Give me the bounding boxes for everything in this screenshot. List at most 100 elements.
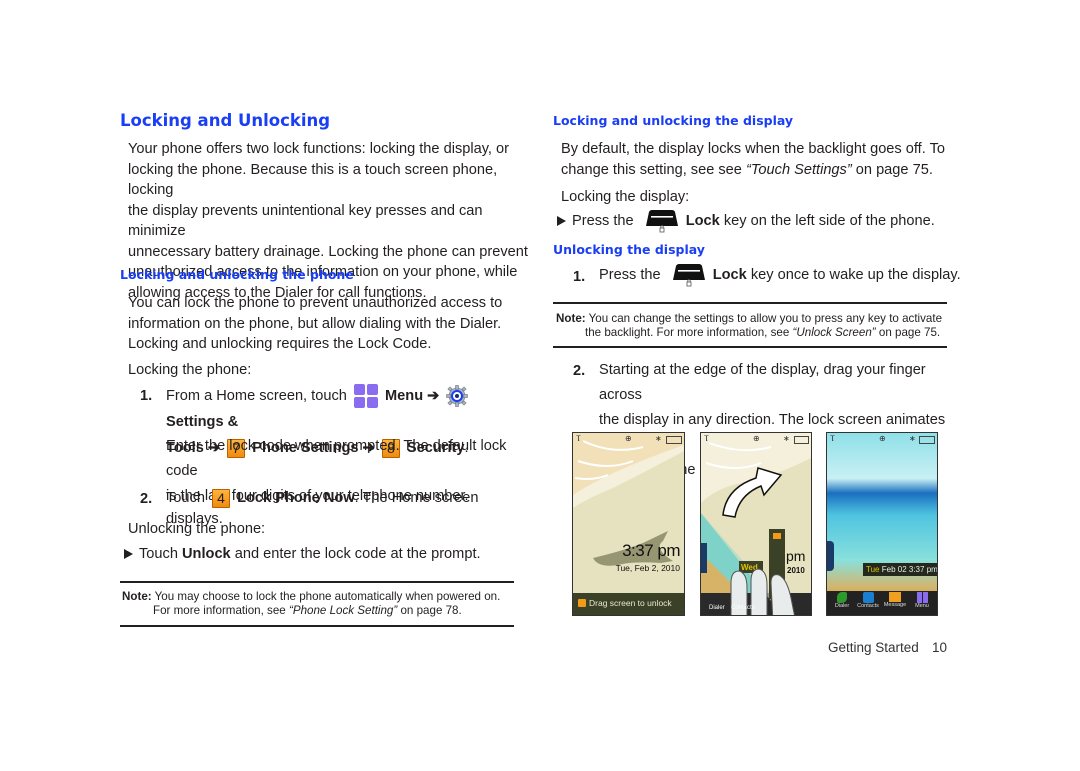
menu-grid-icon [916, 592, 928, 603]
note-text: on page 75. [878, 326, 941, 339]
step-number: 2. [573, 363, 586, 379]
para-line: By default, the display locks when the b… [561, 141, 945, 157]
unlock-bar[interactable]: Drag screen to unlock [573, 593, 684, 615]
note-text: on page 78. [400, 604, 462, 617]
step-number: 1. [140, 388, 153, 404]
lock-phone-now-label: Lock Phone Now [237, 490, 355, 506]
clock-day: Tue [866, 565, 880, 574]
battery-icon [666, 436, 682, 444]
key-4-icon: 4 [212, 488, 231, 508]
footer-section: Getting Started [828, 640, 919, 655]
svg-text:2010: 2010 [787, 566, 805, 575]
dock-contacts-label: Contacts [731, 605, 755, 611]
dock-dialer[interactable]: Dialer [829, 592, 855, 609]
phone-screen-locked: Ⲧ ⊕ ∗ 3:37 pm Tue, Feb 2, 2010 Drag scre… [572, 432, 685, 616]
note-lock-phone: Note: You may choose to lock the phone a… [122, 590, 514, 618]
gps-icon: ⊕ [625, 434, 632, 443]
clock-ampm: pm [926, 565, 938, 574]
clock-date: Feb 02 [881, 565, 907, 574]
signal-icon: Ⲧ [830, 434, 835, 443]
home-clock: Tue Feb 02 3:37 pm [863, 563, 938, 576]
arrow-icon: ➔ [427, 388, 440, 404]
bluetooth-icon: ∗ [655, 434, 662, 443]
battery-icon [794, 436, 809, 444]
gps-icon: ⊕ [753, 434, 760, 443]
para-line: You can lock the phone to prevent unauth… [128, 295, 503, 311]
lock-date: Tue, Feb 2, 2010 [615, 563, 680, 573]
footer-page-number: 10 [932, 640, 948, 655]
bullet-text: Press the [572, 212, 634, 229]
dock-dialer-label: Dialer [709, 605, 725, 611]
lock-label: Lock [712, 266, 747, 283]
step-text: key once to wake up the display. [750, 266, 961, 283]
svg-text:pm: pm [786, 548, 805, 564]
dock-label: Dialer [834, 603, 850, 609]
para-text: change this setting, see see [561, 161, 742, 178]
lock-key-icon [645, 210, 678, 233]
dock-label: Contacts [857, 603, 879, 609]
menu-icon [353, 384, 378, 409]
section-heading-lock-phone: Locking and unlocking the phone [120, 267, 354, 282]
signal-icon: Ⲧ [576, 434, 581, 443]
section-heading-lock-display: Locking and unlocking the display [553, 113, 794, 128]
peel-animation-image: Wed pm 2010 [701, 433, 811, 615]
clock-time: 3:37 [908, 565, 925, 574]
unlock-bullet: Touch Unlock and enter the lock code at … [124, 544, 481, 565]
step-text: From a Home screen, touch [166, 388, 347, 404]
note-unlock-screen: Note: You can change the settings to all… [556, 312, 948, 340]
unlocking-phone-label: Unlocking the phone: [128, 521, 266, 537]
menu-label: Menu [385, 388, 424, 404]
subtext-line: Enter the lock code when prompted. The d… [166, 438, 507, 479]
locking-phone-label: Locking the phone: [128, 362, 252, 378]
note-bottom-rule [120, 625, 514, 627]
envelope-icon [889, 592, 901, 602]
note-text: You can change the settings to allow you… [588, 312, 943, 325]
note-text: You may choose to lock the phone automat… [154, 590, 501, 603]
note-top-rule [120, 581, 514, 583]
phone-lock-setting-link[interactable]: “Phone Lock Setting” [289, 604, 397, 617]
unlock-screen-link[interactable]: “Unlock Screen” [793, 326, 876, 339]
note-bottom-rule [553, 346, 947, 348]
phone-screen-unlocking: Wed pm 2010 Ⲧ ⊕ ∗ Dialer Contacts [700, 432, 812, 616]
gps-icon: ⊕ [879, 434, 886, 443]
status-bar: Ⲧ ⊕ ∗ [701, 433, 811, 445]
page-title: Locking and Unlocking [120, 111, 331, 130]
bluetooth-icon: ∗ [909, 434, 916, 443]
para-text: on page 75. [855, 161, 933, 178]
side-drawer-handle[interactable] [827, 541, 834, 571]
status-bar: Ⲧ ⊕ ∗ [827, 433, 937, 445]
bullet-text: Touch [139, 546, 178, 562]
unlock-display-step1: Press the Lock key once to wake up the d… [599, 263, 961, 287]
step-number: 2. [140, 491, 153, 507]
dock-contacts[interactable]: Contacts [855, 592, 881, 609]
bullet-triangle-icon [124, 549, 133, 560]
note-top-rule [553, 302, 947, 304]
signal-icon: Ⲧ [704, 434, 709, 443]
dock-label: Message [883, 602, 907, 608]
dock-label: Menu [915, 603, 929, 609]
lock-key-icon [672, 264, 705, 287]
settings-gear-icon [446, 385, 469, 407]
dock-message[interactable]: Message [882, 592, 908, 608]
beach-wallpaper-image [573, 433, 684, 615]
touch-settings-link[interactable]: “Touch Settings” [746, 162, 852, 178]
dock-menu[interactable]: Menu [909, 592, 935, 609]
lock-phone-paragraph: You can lock the phone to prevent unauth… [128, 293, 528, 355]
step-number: 1. [573, 269, 586, 285]
phone-screen-home: Ⲧ ⊕ ∗ Tue Feb 02 3:37 pm Dialer Contacts… [826, 432, 938, 616]
unlock-label: Unlock [182, 546, 231, 562]
settings-label: Settings & [166, 414, 239, 430]
intro-line: the display prevents unintentional key p… [128, 202, 483, 240]
bullet-text: and enter the lock code at the prompt. [234, 546, 481, 562]
para-line: information on the phone, but allow dial… [128, 315, 502, 332]
padlock-icon [578, 599, 586, 607]
note-label: Note: [122, 590, 152, 603]
step-text: Press the [599, 266, 661, 283]
step-line: Starting at the edge of the display, dra… [599, 362, 926, 403]
para-line: Locking and unlocking requires the Lock … [128, 336, 432, 352]
phone-icon [837, 592, 847, 603]
lock-label: Lock [685, 212, 720, 229]
bullet-triangle-icon [557, 216, 566, 226]
note-text: the backlight. For more information, see [585, 326, 790, 339]
lock-display-paragraph: By default, the display locks when the b… [561, 139, 951, 180]
